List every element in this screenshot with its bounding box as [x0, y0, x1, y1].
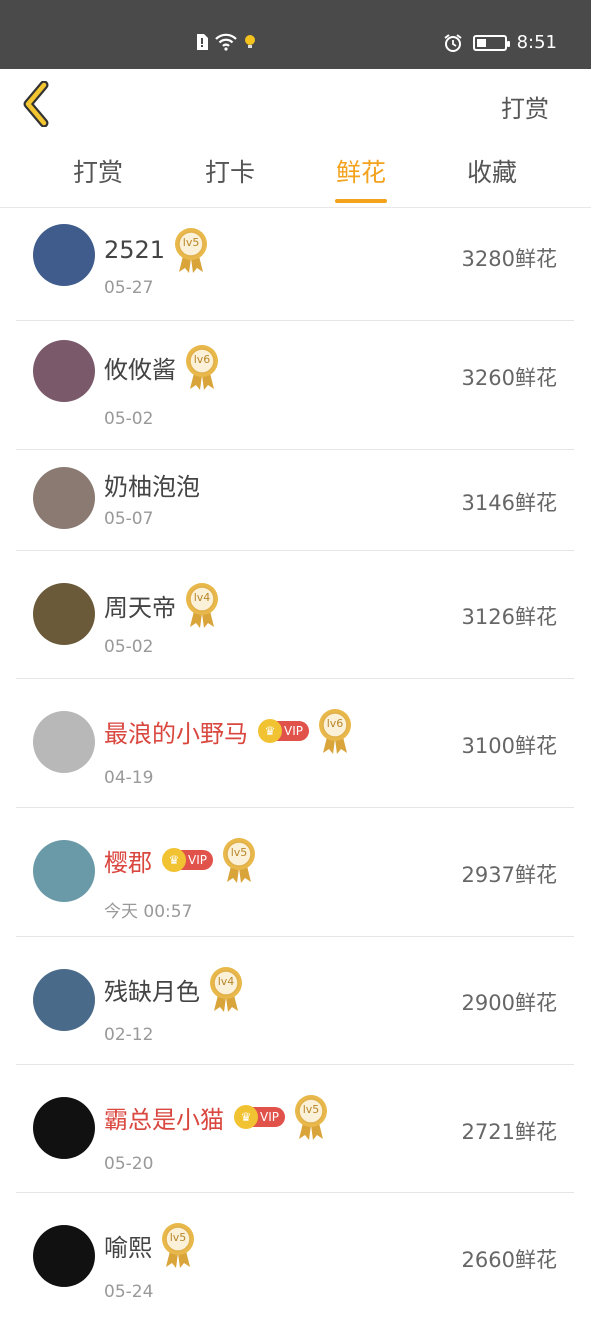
tab-flowers[interactable]: 鲜花 — [301, 153, 421, 203]
vip-badge: ♛ VIP — [258, 719, 309, 743]
user-name: 残缺月色 — [104, 977, 200, 1006]
tab-favorites[interactable]: 收藏 — [432, 153, 552, 189]
user-name: 周天帝 — [104, 593, 176, 622]
crown-icon: ♛ — [258, 719, 282, 743]
flower-amount: 3260鲜花 — [461, 366, 557, 390]
level-medal-icon: lv5 — [160, 1221, 196, 1269]
date: 05-27 — [104, 278, 154, 298]
medal-level: lv4 — [193, 591, 211, 604]
medal-level: lv6 — [326, 717, 344, 730]
level-medal-icon: lv5 — [293, 1093, 329, 1141]
tab-label: 打赏 — [72, 158, 123, 187]
level-medal-icon: lv4 — [184, 581, 220, 629]
avatar[interactable] — [33, 340, 95, 402]
back-button[interactable] — [18, 80, 58, 128]
tab-label: 鲜花 — [335, 158, 386, 187]
list-item[interactable]: 残缺月色 lv4 02-12 2900鲜花 — [16, 937, 574, 1065]
tab-label: 收藏 — [466, 158, 517, 187]
date: 05-20 — [104, 1154, 154, 1174]
date: 05-07 — [104, 509, 154, 529]
avatar[interactable] — [33, 224, 95, 286]
user-name: 霸总是小猫 — [104, 1105, 224, 1134]
header: 打赏 — [0, 69, 591, 139]
medal-level: lv4 — [217, 975, 235, 988]
avatar[interactable] — [33, 1225, 95, 1287]
chevron-left-icon — [23, 80, 49, 128]
status-icons — [195, 33, 257, 51]
level-medal-icon: lv5 — [173, 226, 209, 274]
avatar[interactable] — [33, 1097, 95, 1159]
vip-badge: ♛ VIP — [162, 848, 213, 872]
flower-amount: 3280鲜花 — [461, 247, 557, 271]
level-medal-icon: lv6 — [317, 707, 353, 755]
date: 05-02 — [104, 409, 154, 429]
user-name: 喻熙 — [104, 1233, 152, 1262]
tab-reward[interactable]: 打赏 — [38, 153, 158, 189]
flower-ranking-list: 2521 lv5 05-27 3280鲜花攸攸酱 lv6 05-02 3260鲜花奶柚泡泡 0… — [16, 208, 574, 1320]
medal-level: lv5 — [182, 236, 200, 249]
status-bar: 8:51 — [0, 0, 591, 69]
medal-level: lv5 — [302, 1103, 320, 1116]
flower-amount: 2937鲜花 — [461, 863, 557, 887]
wifi-icon — [215, 33, 237, 51]
avatar[interactable] — [33, 969, 95, 1031]
list-item[interactable]: 攸攸酱 lv6 05-02 3260鲜花 — [16, 321, 574, 450]
level-medal-icon: lv5 — [221, 836, 257, 884]
list-item[interactable]: 周天帝 lv4 05-02 3126鲜花 — [16, 551, 574, 679]
list-item[interactable]: 樱郡 ♛ VIP lv5 今天 00:57 2937鲜花 — [16, 808, 574, 937]
flower-amount: 3100鲜花 — [461, 734, 557, 758]
avatar[interactable] — [33, 583, 95, 645]
sim-card-icon — [197, 34, 208, 50]
flower-amount: 2900鲜花 — [461, 991, 557, 1015]
level-medal-icon: lv6 — [184, 343, 220, 391]
tab-checkin[interactable]: 打卡 — [170, 153, 290, 189]
tab-bar: 打赏 打卡 鲜花 收藏 — [0, 139, 591, 208]
tab-active-indicator — [335, 199, 387, 203]
list-item[interactable]: 2521 lv5 05-27 3280鲜花 — [16, 208, 574, 321]
medal-level: lv5 — [230, 846, 248, 859]
crown-icon: ♛ — [234, 1105, 258, 1129]
user-name: 攸攸酱 — [104, 355, 176, 384]
reward-action-button[interactable]: 打赏 — [501, 89, 549, 124]
list-item[interactable]: 最浪的小野马 ♛ VIP lv6 04-19 3100鲜花 — [16, 679, 574, 808]
list-item[interactable]: 霸总是小猫 ♛ VIP lv5 05-20 2721鲜花 — [16, 1065, 574, 1193]
medal-level: lv6 — [193, 353, 211, 366]
date: 05-02 — [104, 637, 154, 657]
user-name: 奶柚泡泡 — [104, 473, 200, 501]
flower-amount: 2660鲜花 — [461, 1248, 557, 1272]
avatar[interactable] — [33, 840, 95, 902]
battery-icon — [472, 34, 510, 51]
user-name: 樱郡 — [104, 848, 152, 877]
medal-level: lv5 — [169, 1231, 187, 1244]
vip-badge: ♛ VIP — [234, 1105, 285, 1129]
list-item[interactable]: 奶柚泡泡 05-07 3146鲜花 — [16, 450, 574, 551]
user-name: 最浪的小野马 — [104, 719, 248, 748]
alarm-icon — [443, 33, 462, 52]
avatar[interactable] — [33, 467, 95, 529]
list-item[interactable]: 喻熙 lv5 05-24 2660鲜花 — [16, 1193, 574, 1320]
crown-icon: ♛ — [162, 848, 186, 872]
date: 02-12 — [104, 1025, 154, 1045]
date: 05-24 — [104, 1282, 154, 1302]
date: 04-19 — [104, 768, 154, 788]
date: 今天 00:57 — [104, 902, 193, 922]
tab-label: 打卡 — [204, 158, 255, 187]
avatar[interactable] — [33, 711, 95, 773]
flower-amount: 2721鲜花 — [461, 1120, 557, 1144]
status-time: 8:51 — [516, 32, 557, 53]
flower-amount: 3146鲜花 — [461, 491, 557, 515]
level-medal-icon: lv4 — [208, 965, 244, 1013]
lightbulb-icon — [245, 35, 255, 48]
user-name: 2521 — [104, 236, 166, 264]
flower-amount: 3126鲜花 — [461, 605, 557, 629]
